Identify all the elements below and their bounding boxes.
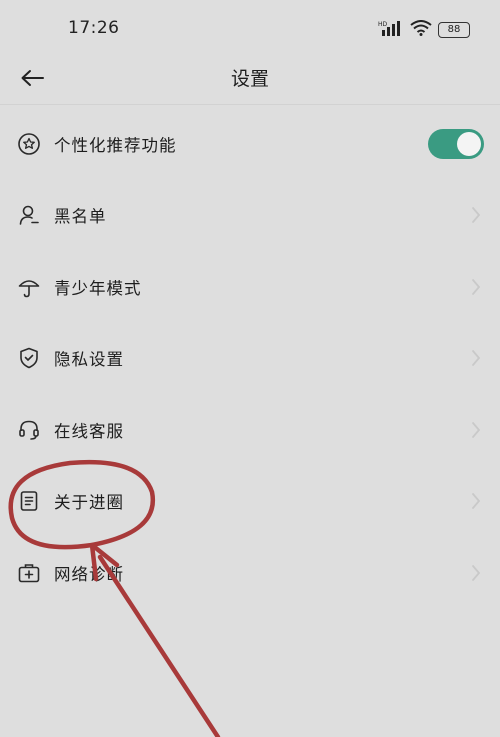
status-icons: HD 88 [378, 20, 470, 40]
toggle-knob [457, 131, 481, 156]
settings-item-label: 关于进圈 [54, 493, 124, 513]
settings-list: 个性化推荐功能 黑名单 青少年模式 隐私设置 在线客服 关于进圈 网络诊断 [0, 108, 500, 609]
settings-item-label: 隐私设置 [54, 350, 124, 370]
personalized-recommendation-toggle[interactable] [428, 128, 484, 159]
settings-item-personalized-recommendation[interactable]: 个性化推荐功能 [0, 108, 500, 180]
settings-item-blacklist[interactable]: 黑名单 [0, 180, 500, 252]
chevron-right-icon [470, 277, 482, 297]
settings-item-privacy[interactable]: 隐私设置 [0, 323, 500, 395]
battery-level: 88 [447, 24, 461, 35]
umbrella-icon [16, 274, 42, 300]
document-icon [16, 488, 42, 514]
status-time: 17:26 [68, 18, 120, 38]
settings-item-label: 青少年模式 [54, 278, 142, 298]
network-label: HD [378, 21, 388, 28]
shield-check-icon [16, 345, 42, 371]
settings-item-label: 黑名单 [54, 207, 107, 227]
status-bar: 17:26 HD 88 [0, 0, 500, 58]
battery-icon: 88 [438, 22, 470, 38]
chevron-right-icon [470, 491, 482, 511]
signal-icon: HD [378, 20, 404, 40]
page-title: 设置 [230, 68, 269, 90]
chevron-right-icon [470, 420, 482, 440]
settings-item-network-diagnosis[interactable]: 网络诊断 [0, 537, 500, 609]
person-icon [16, 202, 42, 228]
chevron-right-icon [470, 205, 482, 225]
shield-star-icon [16, 131, 42, 157]
settings-item-teen-mode[interactable]: 青少年模式 [0, 251, 500, 323]
medical-kit-icon [16, 560, 42, 586]
chevron-right-icon [470, 348, 482, 368]
settings-item-about[interactable]: 关于进圈 [0, 466, 500, 538]
navigation-bar: 设置 [0, 58, 500, 105]
settings-item-label: 在线客服 [54, 421, 124, 441]
settings-item-label: 个性化推荐功能 [54, 135, 177, 155]
wifi-icon [410, 20, 432, 40]
settings-item-label: 网络诊断 [54, 564, 124, 584]
settings-item-online-service[interactable]: 在线客服 [0, 394, 500, 466]
chevron-right-icon [470, 563, 482, 583]
headset-icon [16, 417, 42, 443]
